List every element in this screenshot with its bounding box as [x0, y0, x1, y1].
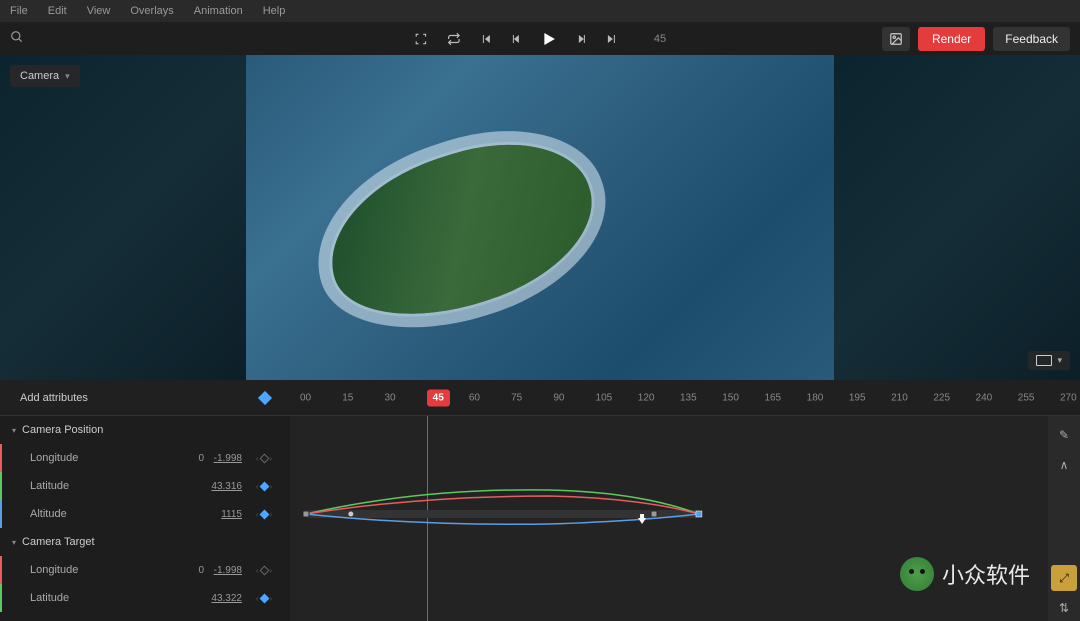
prop-keyframe-toggle[interactable]: ‹›	[246, 482, 282, 491]
prop-value-a[interactable]: 0	[170, 565, 208, 576]
prop-label: Longitude	[30, 564, 170, 576]
prop-label: Latitude	[30, 480, 170, 492]
timeline-panel: Add attributes 0015304560759010512013515…	[0, 380, 1080, 621]
tick-30[interactable]: 30	[384, 392, 395, 403]
current-frame-label: 45	[654, 33, 666, 45]
prop-keyframe-toggle[interactable]: ‹›	[246, 454, 282, 463]
scene-island	[309, 117, 612, 343]
tracks-area: Camera PositionLongitude0-1.998‹›Latitud…	[0, 416, 1080, 621]
prop-label: Altitude	[30, 508, 170, 520]
menu-edit[interactable]: Edit	[48, 5, 67, 17]
viewport-side-left	[0, 55, 246, 380]
menu-animation[interactable]: Animation	[194, 5, 243, 17]
viewport: Camera	[0, 55, 1080, 380]
tick-00[interactable]: 00	[300, 392, 311, 403]
feedback-button[interactable]: Feedback	[993, 27, 1070, 51]
menu-help[interactable]: Help	[263, 5, 286, 17]
tick-180[interactable]: 180	[807, 392, 824, 403]
viewport-side-right	[834, 55, 1080, 380]
prop-keyframe-toggle[interactable]: ‹›	[246, 510, 282, 519]
graph-editor[interactable]	[290, 416, 1048, 621]
add-attributes-button[interactable]: Add attributes	[0, 392, 240, 404]
diamond-icon	[258, 390, 272, 404]
tick-225[interactable]: 225	[933, 392, 950, 403]
prop-row-altitude[interactable]: Altitude 1115‹›	[0, 500, 290, 528]
graph-side-tools: ✎ ∧ ⤢ ⇅	[1048, 416, 1080, 621]
step-forward-icon[interactable]	[576, 33, 588, 45]
prop-label: Longitude	[30, 452, 170, 464]
tick-75[interactable]: 75	[511, 392, 522, 403]
prop-value-b[interactable]: 1115	[208, 509, 246, 520]
keyframe-toggle[interactable]	[240, 393, 290, 403]
transport-controls: 45	[414, 30, 666, 48]
camera-dropdown[interactable]: Camera	[10, 65, 80, 87]
tick-60[interactable]: 60	[469, 392, 480, 403]
menu-bar: File Edit View Overlays Animation Help	[0, 0, 1080, 22]
menu-overlays[interactable]: Overlays	[130, 5, 173, 17]
tick-135[interactable]: 135	[680, 392, 697, 403]
timeline-header: Add attributes 00 15 30 45 60 75 90 105 120 135 15…	[0, 380, 1080, 416]
keyframe-marker[interactable]	[303, 511, 309, 517]
render-button[interactable]: Render	[918, 27, 985, 51]
tick-210[interactable]: 210	[891, 392, 908, 403]
prop-value-b[interactable]: -1.998	[208, 565, 246, 576]
toolbar: 45 Render Feedback	[0, 22, 1080, 55]
skip-start-icon[interactable]	[480, 33, 492, 45]
properties-panel: Camera PositionLongitude0-1.998‹›Latitud…	[0, 416, 290, 621]
expand-tool-icon[interactable]: ⤢	[1051, 565, 1077, 591]
animation-curves	[290, 416, 1048, 621]
prop-group-camera-position[interactable]: Camera Position	[0, 416, 290, 444]
tick-195[interactable]: 195	[849, 392, 866, 403]
prop-value-a[interactable]: 0	[170, 453, 208, 464]
tick-15[interactable]: 15	[342, 392, 353, 403]
tick-270[interactable]: 270	[1060, 392, 1077, 403]
edit-tool-icon[interactable]: ✎	[1051, 422, 1077, 448]
keyframe-marker[interactable]	[696, 511, 702, 517]
prop-value-b[interactable]: 43.322	[208, 593, 246, 604]
search-icon[interactable]	[10, 30, 24, 47]
tick-255[interactable]: 255	[1018, 392, 1035, 403]
prop-row-longitude[interactable]: Longitude0-1.998‹›	[0, 556, 290, 584]
peak-tool-icon[interactable]: ∧	[1051, 452, 1077, 478]
prop-row-longitude[interactable]: Longitude0-1.998‹›	[0, 444, 290, 472]
tick-240[interactable]: 240	[976, 392, 993, 403]
viewport-center[interactable]	[246, 55, 834, 380]
play-button[interactable]	[540, 30, 558, 48]
prop-keyframe-toggle[interactable]: ‹›	[246, 594, 282, 603]
keyframe-marker[interactable]	[348, 511, 354, 517]
prop-keyframe-toggle[interactable]: ‹›	[246, 566, 282, 575]
prop-group-camera-target[interactable]: Camera Target	[0, 528, 290, 556]
aspect-icon	[1036, 355, 1052, 366]
tick-45[interactable]: 45	[427, 389, 450, 406]
prop-row-latitude[interactable]: Latitude 43.322‹›	[0, 584, 290, 612]
prop-row-latitude[interactable]: Latitude 43.316‹›	[0, 472, 290, 500]
tick-105[interactable]: 105	[596, 392, 613, 403]
aspect-ratio-button[interactable]	[1028, 351, 1070, 370]
menu-file[interactable]: File	[10, 5, 28, 17]
toolbar-right: Render Feedback	[882, 27, 1070, 51]
frame-bounds-icon[interactable]	[414, 32, 428, 46]
swap-tool-icon[interactable]: ⇅	[1051, 595, 1077, 621]
menu-view[interactable]: View	[87, 5, 111, 17]
step-back-icon[interactable]	[510, 33, 522, 45]
keyframe-marker[interactable]	[651, 511, 657, 517]
prop-value-b[interactable]: 43.316	[208, 481, 246, 492]
tick-165[interactable]: 165	[764, 392, 781, 403]
loop-icon[interactable]	[446, 32, 462, 46]
tick-150[interactable]: 150	[722, 392, 739, 403]
image-icon[interactable]	[882, 27, 910, 51]
prop-value-b[interactable]: -1.998	[208, 453, 246, 464]
tick-90[interactable]: 90	[553, 392, 564, 403]
skip-end-icon[interactable]	[606, 33, 618, 45]
track-segment	[306, 510, 699, 518]
prop-label: Latitude	[30, 592, 170, 604]
tick-120[interactable]: 120	[638, 392, 655, 403]
